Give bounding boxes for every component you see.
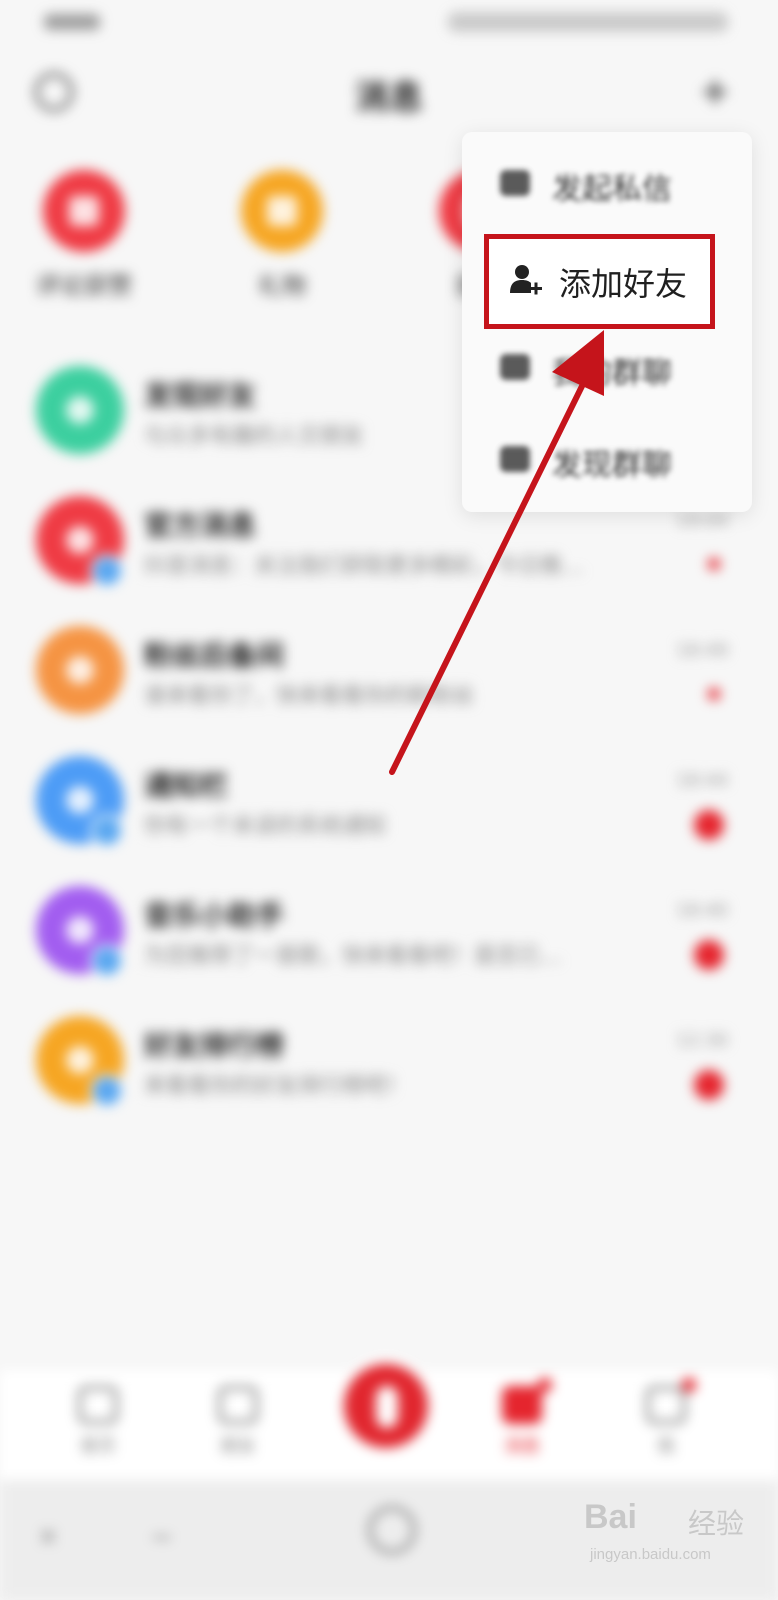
- corner-badge: [90, 814, 124, 848]
- chat-name: 官方消息: [144, 509, 257, 542]
- status-right-icons: [448, 12, 728, 32]
- menu-item-label: 发现群聊: [552, 448, 672, 483]
- menu-item-my-groups[interactable]: 我的群聊: [462, 320, 752, 412]
- messages-icon: [502, 1386, 542, 1424]
- watermark-url: jingyan.baidu.com: [590, 1546, 711, 1563]
- camera-icon: [376, 1386, 398, 1428]
- tab-label: 我: [657, 1436, 675, 1457]
- shortcut-label: 评论获赞: [36, 272, 132, 300]
- tab-label: 朋友: [220, 1436, 256, 1457]
- unread-dot: [708, 558, 720, 570]
- shortcut-comments-likes[interactable]: 评论获赞: [4, 170, 164, 301]
- chat-preview: 你有一个未读的系统通知: [144, 814, 387, 839]
- chat-time: 18:40: [676, 900, 728, 921]
- menu-item-discover-groups[interactable]: 发现群聊: [462, 412, 752, 504]
- tab-friends[interactable]: 朋友: [198, 1386, 278, 1458]
- tab-messages[interactable]: 消息: [482, 1378, 562, 1458]
- menu-item-add-friend[interactable]: 添加好友: [484, 234, 715, 329]
- menu-item-label: 发起私信: [552, 172, 672, 207]
- chat-preview: 来看看你的好友排行榜吧！: [144, 1074, 409, 1099]
- friends-icon: [218, 1386, 258, 1424]
- chat-row[interactable]: 通知栏 你有一个未读的系统通知 18:44: [0, 730, 778, 860]
- tab-home[interactable]: 首页: [58, 1386, 138, 1458]
- tab-badge: [538, 1378, 552, 1392]
- discover-group-icon: [500, 446, 530, 472]
- tab-label: 消息: [504, 1436, 540, 1457]
- chat-row[interactable]: 音乐小助手 为您推荐了一首歌，快来看看吧！是否已… 18:40: [0, 860, 778, 990]
- back-icon[interactable]: ×: [38, 1522, 58, 1550]
- shortcut-gifts[interactable]: 礼物: [202, 170, 362, 301]
- avatar: [36, 366, 124, 454]
- tab-badge: [682, 1378, 696, 1392]
- page-title: 消息: [355, 78, 423, 118]
- top-nav: 消息 +: [0, 60, 778, 124]
- chat-time: 19:04: [676, 510, 728, 531]
- menu-item-start-chat[interactable]: 发起私信: [462, 136, 752, 228]
- unread-badge: [694, 940, 724, 970]
- watermark-brand: Bai: [584, 1498, 637, 1536]
- chat-name: 通知栏: [144, 769, 229, 802]
- chat-preview: 谁来看你了，快来看看你的新粉丝: [144, 684, 475, 709]
- avatar: [36, 626, 124, 714]
- add-user-icon: [510, 265, 542, 295]
- status-left-icons: [44, 14, 100, 30]
- chat-preview: 抖音消息：关注我们获取更多精彩，今日推…: [144, 554, 585, 579]
- gesture-icon[interactable]: ~: [150, 1520, 173, 1553]
- tab-me[interactable]: 我: [626, 1378, 706, 1458]
- chat-time: 18:44: [676, 770, 728, 791]
- watermark-brand-suffix: 经验: [688, 1507, 745, 1540]
- menu-item-label: 我的群聊: [552, 356, 672, 391]
- chat-preview: 为您推荐了一首歌，快来看看吧！是否已…: [144, 944, 563, 969]
- plus-icon[interactable]: +: [700, 74, 730, 110]
- tab-label: 首页: [80, 1436, 116, 1457]
- unread-dot: [708, 688, 720, 700]
- profile-icon: [646, 1386, 686, 1424]
- corner-badge: [90, 944, 124, 978]
- record-button[interactable]: [336, 1356, 436, 1456]
- corner-badge: [90, 554, 124, 588]
- chat-time: 12:30: [676, 1030, 728, 1051]
- chat-name: 粉丝后备间: [144, 639, 285, 672]
- chat-row[interactable]: 好友排行榜 来看看你的好友排行榜吧！ 12:30: [0, 990, 778, 1120]
- chat-icon: [500, 170, 530, 196]
- menu-item-label: 添加好友: [559, 265, 688, 303]
- unread-badge: [694, 1070, 724, 1100]
- chat-time: 18:49: [676, 640, 728, 661]
- shortcut-icon: [241, 170, 323, 252]
- chat-row[interactable]: 粉丝后备间 谁来看你了，快来看看你的新粉丝 18:49: [0, 600, 778, 730]
- home-icon: [78, 1386, 118, 1424]
- chat-name: 音乐小助手: [144, 899, 285, 932]
- chat-name: 发现好友: [144, 379, 257, 412]
- shortcut-label: 礼物: [258, 272, 306, 300]
- shortcut-icon: [43, 170, 125, 252]
- chat-name: 好友排行榜: [144, 1029, 285, 1062]
- chat-preview: 与众多有趣的人交朋友: [144, 424, 365, 449]
- corner-badge: [90, 1074, 124, 1108]
- bottom-tab-bar: 首页 朋友 消息 我: [0, 1356, 778, 1480]
- unread-badge: [694, 810, 724, 840]
- status-bar: [0, 0, 778, 50]
- group-icon: [500, 354, 530, 380]
- home-button-icon[interactable]: [368, 1506, 416, 1554]
- baidu-watermark: Bai 经验 jingyan.baidu.com: [584, 1488, 774, 1598]
